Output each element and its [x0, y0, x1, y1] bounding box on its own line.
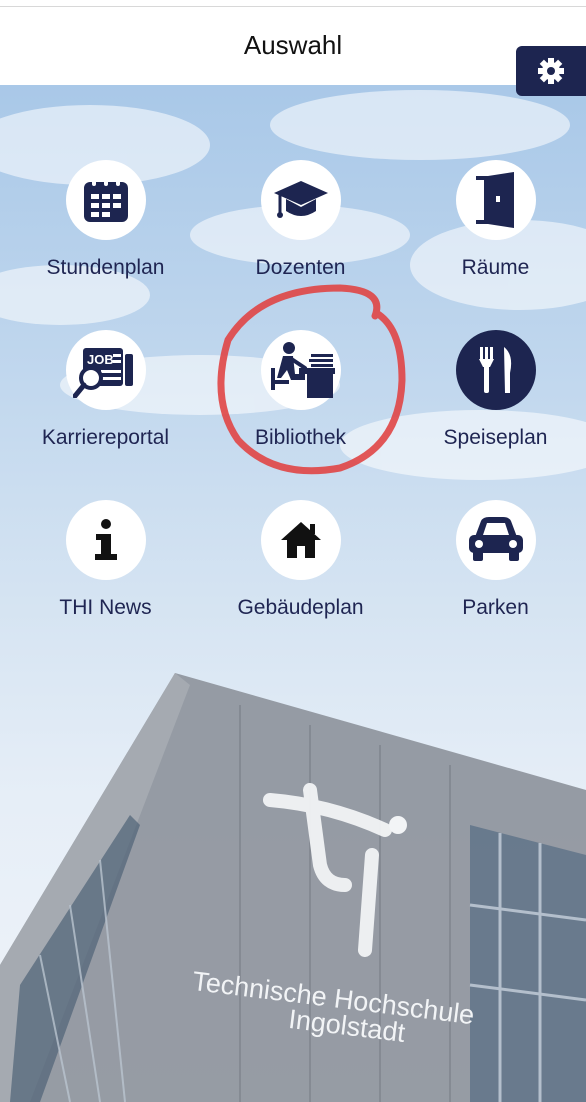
tile-circle: [65, 160, 146, 240]
tile-stundenplan[interactable]: Stundenplan: [8, 160, 203, 280]
settings-button[interactable]: [516, 46, 586, 96]
tile-circle: [455, 160, 536, 240]
graduation-cap-icon: [273, 181, 328, 218]
tile-circle: [455, 500, 536, 580]
tile-label: Parken: [462, 596, 529, 619]
tile-speiseplan[interactable]: Speiseplan: [398, 330, 586, 450]
tile-parken[interactable]: Parken: [398, 500, 586, 620]
tile-label: Bibliothek: [254, 426, 347, 449]
tile-label: Karriereportal: [41, 426, 170, 449]
tile-gebaeudeplan[interactable]: Gebäudeplan: [203, 500, 398, 620]
tile-circle: JOB: [65, 330, 146, 410]
job-search-icon: JOB: [72, 348, 133, 398]
app-header: Auswahl: [0, 0, 586, 85]
library-reader-icon: [270, 342, 335, 398]
page-title: Auswahl: [243, 30, 343, 60]
svg-text:JOB: JOB: [87, 352, 114, 367]
tile-circle: [260, 330, 341, 410]
home-icon: [280, 522, 321, 558]
tile-bibliothek[interactable]: Bibliothek: [203, 330, 398, 450]
tile-label: Gebäudeplan: [237, 596, 364, 619]
door-icon: [475, 172, 514, 228]
info-icon: [94, 519, 117, 560]
tile-dozenten[interactable]: Dozenten: [203, 160, 398, 280]
tile-label: Dozenten: [255, 256, 346, 279]
tile-circle: [260, 160, 341, 240]
tile-raeume[interactable]: Räume: [398, 160, 586, 280]
tile-thi-news[interactable]: THI News: [8, 500, 203, 620]
tile-label: Räume: [461, 256, 530, 279]
fork-knife-icon: [478, 347, 511, 393]
tile-circle: [65, 500, 146, 580]
tile-label: Speiseplan: [443, 426, 548, 449]
tile-label: Stundenplan: [46, 256, 165, 279]
tile-circle: [260, 500, 341, 580]
divider: [0, 6, 586, 7]
calendar-icon: [83, 177, 128, 222]
tile-karriereportal[interactable]: JOB Karriereportal: [8, 330, 203, 450]
tile-circle: [455, 330, 536, 410]
car-icon: [468, 517, 523, 561]
gear-icon: [538, 58, 564, 84]
tile-label: THI News: [59, 596, 152, 619]
